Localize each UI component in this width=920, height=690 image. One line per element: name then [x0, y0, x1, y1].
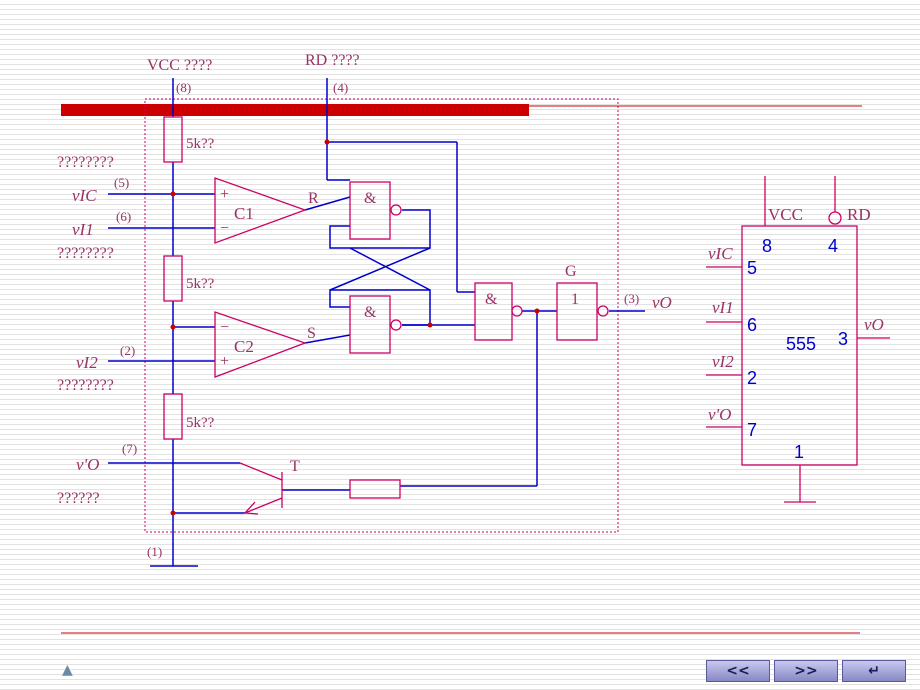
r-label: R: [308, 190, 319, 207]
vo-label: vO: [652, 293, 672, 312]
pin3-label: (3): [624, 291, 639, 306]
g-label: G: [565, 263, 577, 280]
circuit-labels: VCC ???? RD ???? (8) (4) 5k?? 5k?? 5k?? …: [57, 52, 672, 559]
c1-minus: −: [220, 220, 229, 237]
note1-label: ????????: [57, 154, 114, 171]
pin2-label: (2): [120, 343, 135, 358]
nand1-symbol: &: [364, 190, 377, 207]
back-button[interactable]: ↵: [842, 660, 906, 682]
pin1-label: (1): [147, 544, 162, 559]
rd-top-label: RD ????: [305, 52, 360, 69]
chip-pin6: 6: [747, 315, 757, 335]
c1-plus: +: [220, 186, 229, 203]
home-icon[interactable]: ▲: [62, 662, 78, 678]
note3-label: ????????: [57, 377, 114, 394]
chip-555: VCC RD vIC vI1 vI2 v'O vO 8 4 5 6 3 555 …: [706, 176, 890, 503]
chip-pin7: 7: [747, 420, 757, 440]
resistor-3: [163, 393, 183, 440]
note2-label: ????????: [57, 245, 114, 262]
chip-vic-label: vIC: [708, 244, 733, 263]
resistor-1: [163, 116, 183, 163]
chip-name: 555: [786, 334, 816, 354]
chip-pin4: 4: [828, 236, 838, 256]
note4-label: ??????: [57, 490, 100, 507]
inverter-symbol: 1: [571, 291, 579, 308]
prev-button[interactable]: <<: [706, 660, 770, 682]
c2-label: C2: [234, 337, 254, 356]
pin4-label: (4): [333, 80, 348, 95]
chip-rd-label: RD: [847, 205, 871, 224]
circuit-diagram: VCC ???? RD ???? (8) (4) 5k?? 5k?? 5k?? …: [57, 52, 890, 634]
transistor-emitter: [244, 497, 283, 514]
chip-pin8: 8: [762, 236, 772, 256]
pin8-label: (8): [176, 80, 191, 95]
vo-prime-label: v'O: [76, 455, 99, 474]
chip-vo-label: vO: [864, 315, 884, 334]
header-bar: [61, 104, 529, 116]
resistor2-label: 5k??: [186, 276, 215, 292]
c1-label: C1: [234, 204, 254, 223]
t-label: T: [290, 458, 300, 475]
nand2-symbol: &: [364, 304, 377, 321]
chip-pin2: 2: [747, 368, 757, 388]
resistor-base: [349, 479, 401, 499]
chip-vi2-label: vI2: [712, 352, 734, 371]
chip-pin3: 3: [838, 329, 848, 349]
transistor-collector: [239, 462, 283, 481]
next-button[interactable]: >>: [774, 660, 838, 682]
pin6-label: (6): [116, 209, 131, 224]
chip-boundary: [144, 98, 619, 533]
nand-gate-1-bubble: [390, 204, 402, 216]
chip-pin5: 5: [747, 258, 757, 278]
chip-vi1-label: vI1: [712, 298, 734, 317]
chip-vo-prime-label: v'O: [708, 405, 731, 424]
c2-plus: +: [220, 353, 229, 370]
resistor3-label: 5k??: [186, 415, 215, 431]
nand-gate-2-bubble: [390, 319, 402, 331]
vi1-label: vI1: [72, 220, 94, 239]
vcc-top-label: VCC ????: [147, 57, 212, 74]
components: [163, 116, 609, 515]
s-label: S: [307, 325, 316, 342]
vic-label: vIC: [72, 186, 97, 205]
inverter-g-bubble: [597, 305, 609, 317]
resistor-2: [163, 255, 183, 302]
nand-gate-3-bubble: [511, 305, 523, 317]
chip-pin4-bubble: [828, 211, 842, 225]
chip-vcc-label: VCC: [768, 205, 803, 224]
nand3-symbol: &: [485, 291, 498, 308]
pin5-label: (5): [114, 175, 129, 190]
pin7-label: (7): [122, 441, 137, 456]
chip-pin1: 1: [794, 442, 804, 462]
resistor1-label: 5k??: [186, 136, 215, 152]
vi2-label: vI2: [76, 353, 98, 372]
c2-minus: −: [220, 319, 229, 336]
